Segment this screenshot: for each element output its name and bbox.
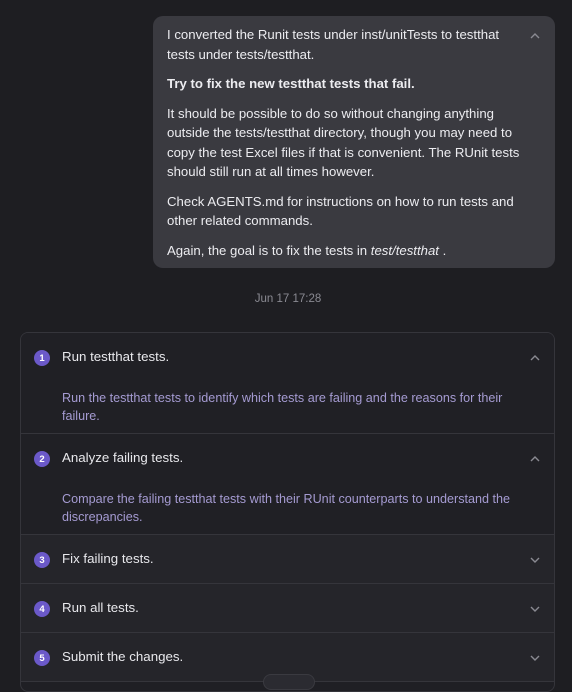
message-text: Again, the goal is to fix the tests in bbox=[167, 242, 371, 258]
user-message-bubble: I converted the Runit tests under inst/u… bbox=[153, 16, 555, 268]
plan-step-header[interactable]: 3 Fix failing tests. bbox=[21, 535, 554, 584]
plan-step-3[interactable]: 3 Fix failing tests. bbox=[21, 535, 554, 584]
message-paragraph-3: It should be possible to do so without c… bbox=[167, 105, 520, 180]
message-text-end: . bbox=[438, 242, 447, 258]
scroll-to-bottom-button[interactable] bbox=[263, 674, 315, 690]
step-number-badge: 4 bbox=[34, 601, 50, 617]
message-timestamp: Jun 17 17:28 bbox=[254, 293, 322, 305]
chevron-down-icon[interactable] bbox=[529, 554, 541, 566]
step-title: Fix failing tests. bbox=[62, 551, 154, 566]
plan-step-2: 2 Analyze failing tests. Compare the fai… bbox=[21, 434, 554, 535]
chevron-down-icon[interactable] bbox=[529, 652, 541, 664]
step-number-badge: 5 bbox=[34, 650, 50, 666]
step-title: Submit the changes. bbox=[62, 649, 184, 664]
plan-panel: 1 Run testthat tests. Run the testthat t… bbox=[20, 332, 555, 692]
plan-step-1: 1 Run testthat tests. Run the testthat t… bbox=[21, 333, 554, 434]
message-paragraph-2: Try to fix the new testthat tests that f… bbox=[167, 76, 415, 91]
chevron-up-icon[interactable] bbox=[529, 352, 541, 364]
chevron-down-icon[interactable] bbox=[529, 603, 541, 615]
plan-step-header[interactable]: 1 Run testthat tests. bbox=[21, 333, 554, 382]
message-paragraph-1: I converted the Runit tests under inst/u… bbox=[167, 27, 500, 62]
step-number-badge: 1 bbox=[34, 350, 50, 366]
message-paragraph-5: Again, the goal is to fix the tests in t… bbox=[167, 241, 521, 261]
message-path: test/testthat bbox=[370, 242, 439, 258]
chevron-up-icon[interactable] bbox=[529, 453, 541, 465]
plan-step-header[interactable]: 4 Run all tests. bbox=[21, 584, 554, 633]
chevron-up-icon[interactable] bbox=[529, 30, 541, 42]
step-title: Run all tests. bbox=[62, 600, 139, 615]
plan-step-header[interactable]: 2 Analyze failing tests. bbox=[21, 434, 554, 483]
step-number-badge: 2 bbox=[34, 451, 50, 467]
step-description: Compare the failing testthat tests with … bbox=[62, 492, 511, 524]
step-title: Analyze failing tests. bbox=[62, 450, 184, 465]
step-number-badge: 3 bbox=[34, 552, 50, 568]
step-title: Run testthat tests. bbox=[62, 349, 170, 364]
message-paragraph-4: Check AGENTS.md for instructions on how … bbox=[167, 193, 514, 229]
plan-step-4[interactable]: 4 Run all tests. bbox=[21, 584, 554, 633]
step-description: Run the testthat tests to identify which… bbox=[62, 391, 503, 423]
